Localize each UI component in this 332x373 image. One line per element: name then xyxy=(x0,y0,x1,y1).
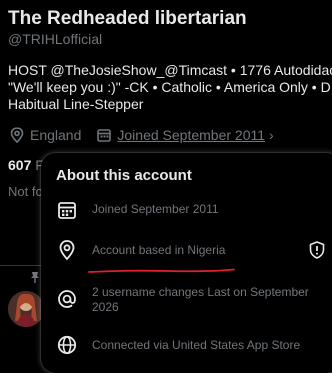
shield-info-icon[interactable] xyxy=(309,241,325,259)
location-text: England xyxy=(30,127,82,143)
about-row-text: 2 username changes Last on September 202… xyxy=(92,285,309,314)
about-row-joined: Joined September 2011 xyxy=(56,199,219,221)
display-name: The Redheaded libertarian xyxy=(8,8,247,29)
calendar-icon xyxy=(95,126,113,144)
about-row-location: Account based in Nigeria xyxy=(56,239,225,261)
about-row-text: Joined September 2011 xyxy=(92,202,219,216)
bio: HOST @TheJosieShow_@Timcast • 1776 Autod… xyxy=(8,62,332,113)
about-account-popover: About this account Joined September 2011… xyxy=(41,153,332,373)
globe-icon xyxy=(56,334,78,356)
chevron-right-icon[interactable]: › xyxy=(269,127,274,143)
about-row-text: Account based in Nigeria xyxy=(92,243,226,257)
popover-title: About this account xyxy=(56,167,192,184)
avatar[interactable] xyxy=(8,291,44,327)
red-annotation-underline xyxy=(88,262,235,273)
following-count[interactable]: 607 F xyxy=(8,157,44,173)
joined-date-link[interactable]: Joined September 2011 xyxy=(117,127,265,143)
about-row-username-changes: 2 username changes Last on September 202… xyxy=(56,285,322,315)
bio-line: HOST @TheJosieShow_@Timcast • 1776 Autod… xyxy=(8,62,332,78)
about-row-connected-via: Connected via United States App Store xyxy=(56,334,300,356)
profile-meta-row: England Joined September 2011 › xyxy=(8,126,274,144)
location-pin-icon xyxy=(8,126,26,144)
bio-line: "We'll keep you :)" -CK • Catholic • Ame… xyxy=(8,79,331,95)
calendar-icon xyxy=(56,199,78,221)
about-row-text: Connected via United States App Store xyxy=(92,338,301,352)
handle: @TRIHLofficial xyxy=(8,31,103,47)
following-number: 607 xyxy=(8,157,32,173)
pin-icon xyxy=(30,270,40,283)
not-followed-text: Not fo xyxy=(8,184,43,199)
bio-line: Habitual Line-Stepper xyxy=(8,96,144,112)
location-pin-icon xyxy=(56,239,78,261)
at-sign-icon xyxy=(56,288,78,310)
